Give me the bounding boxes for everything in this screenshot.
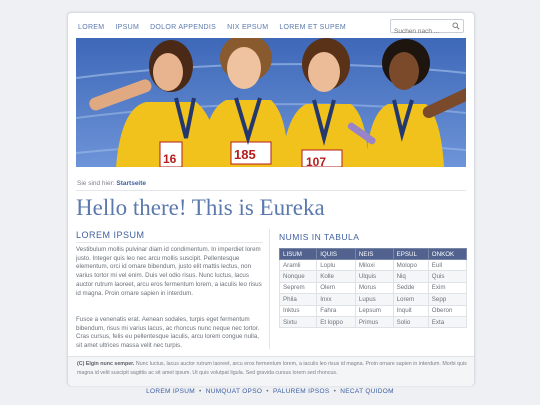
- table-cell: Lepsum: [354, 304, 394, 317]
- top-nav: LOREM IPSUM DOLOR APPENDIS NIX EPSUM LOR…: [78, 21, 346, 35]
- bottom-nav-palurem-ipsos[interactable]: PALUREM IPSOS: [273, 388, 330, 395]
- table-cell: Aramli: [278, 258, 318, 272]
- table-cell: Sepp: [427, 293, 468, 306]
- table-cell: Inxx: [316, 293, 356, 306]
- team-photo: 185 107 16: [76, 38, 466, 167]
- table-row: Sixtu Et loppo Primus Solio Exta: [278, 315, 468, 329]
- table-cell: Ulquis: [354, 270, 394, 283]
- table-cell: Kolle: [316, 270, 356, 283]
- footer-body: Nunc luctus, lacus auctor rutrum laoreet…: [77, 361, 467, 376]
- breadcrumb-label: Sie sind hier:: [77, 180, 115, 187]
- column-header: IQUIS: [316, 248, 356, 260]
- nav-item-ipsum[interactable]: IPSUM: [115, 21, 139, 35]
- nav-item-dolor-appendis[interactable]: DOLOR APPENDIS: [150, 21, 216, 35]
- table-cell: Inktus: [278, 304, 318, 317]
- table-cell: Oberon: [427, 304, 468, 317]
- search-icon[interactable]: [452, 22, 460, 30]
- hero-image: 185 107 16: [76, 38, 466, 167]
- column-header: NEIS: [354, 248, 394, 260]
- divider: [76, 190, 466, 191]
- bib-185: 185: [234, 147, 256, 162]
- table-cell: Lorem: [392, 293, 429, 306]
- table-row: Seprem Olem Morus Sedde Exim: [278, 281, 468, 295]
- section-heading-numis-in-tabula: NUMIS IN TABULA: [279, 232, 360, 242]
- table-cell: Phila: [278, 293, 318, 306]
- bottom-nav: LOREM IPSUM • NUMQUAT OPSO • PALUREM IPS…: [0, 388, 540, 395]
- table-cell: Exta: [427, 315, 468, 329]
- bottom-nav-numquat-opso[interactable]: NUMQUAT OPSO: [206, 388, 262, 395]
- paragraph-1: Vestibulum mollis pulvinar diam id condi…: [76, 246, 262, 297]
- breadcrumb: Sie sind hier: Startseite: [77, 180, 146, 187]
- footer-text: (C) Elgin nunc semper. Nunc luctus, lacu…: [77, 360, 467, 378]
- footer-box: (C) Elgin nunc semper. Nunc luctus, lacu…: [68, 356, 474, 386]
- bib-107: 107: [306, 155, 326, 167]
- table-cell: Seprem: [278, 281, 318, 295]
- bottom-nav-lorem-ipsum[interactable]: LOREM IPSUM: [146, 388, 195, 395]
- table-cell: Solio: [392, 315, 429, 329]
- table-cell: Olem: [316, 281, 356, 295]
- table-row: Nonque Kolle Ulquis Niq Quis: [278, 270, 468, 283]
- table-cell: Inquit: [392, 304, 429, 317]
- nav-item-lorem[interactable]: LOREM: [78, 21, 104, 35]
- table-cell: Miloxi: [354, 258, 394, 272]
- table-cell: Loplu: [316, 258, 356, 272]
- separator: •: [333, 388, 337, 395]
- bottom-nav-necat-quidom[interactable]: NECAT QUIDOM: [340, 388, 394, 395]
- page-card: LOREM IPSUM DOLOR APPENDIS NIX EPSUM LOR…: [67, 12, 475, 386]
- table-row: Inktus Fahra Lepsum Inquit Oberon: [278, 304, 468, 317]
- table-row: Aramli Loplu Miloxi Molopo Eull: [278, 258, 468, 272]
- table-cell: Molopo: [392, 258, 429, 272]
- table-cell: Exim: [427, 281, 468, 295]
- column-header: ONKOK: [427, 248, 468, 260]
- column-header: EPSUL: [392, 248, 429, 260]
- nav-item-lorem-et-supem[interactable]: LOREM ET SUPEM: [279, 21, 346, 35]
- table-cell: Nonque: [278, 270, 318, 283]
- table-cell: Morus: [354, 281, 394, 295]
- search-box: [390, 19, 464, 38]
- table-cell: Sedde: [392, 281, 429, 295]
- column-divider: [269, 229, 270, 349]
- table-cell: Eull: [427, 258, 468, 272]
- separator: •: [266, 388, 269, 395]
- separator: •: [199, 388, 202, 395]
- paragraph-2: Fusce a venenatis erat. Aenean sodales, …: [76, 316, 260, 350]
- breadcrumb-current[interactable]: Startseite: [116, 180, 146, 187]
- section-heading-lorem-ipsum: LOREM IPSUM: [76, 230, 145, 240]
- page-title: Hello there! This is Eureka: [76, 195, 325, 220]
- search-input[interactable]: [391, 25, 452, 38]
- table-cell: Et loppo: [316, 315, 356, 329]
- column-header: LISUM: [278, 248, 318, 260]
- table-row: Phila Inxx Lupus Lorem Sepp: [278, 293, 468, 306]
- table-cell: Fahra: [316, 304, 356, 317]
- table-cell: Primus: [354, 315, 394, 329]
- table-header-row: LISUM IQUIS NEIS EPSUL ONKOK: [278, 248, 468, 260]
- divider: [76, 242, 263, 243]
- table-cell: Sixtu: [278, 315, 318, 329]
- data-table: LISUM IQUIS NEIS EPSUL ONKOK Aramli Lopl…: [278, 248, 468, 329]
- table-cell: Lupus: [354, 293, 394, 306]
- table-cell: Niq: [392, 270, 429, 283]
- bib-16: 16: [163, 152, 177, 166]
- nav-item-nix-epsum[interactable]: NIX EPSUM: [227, 21, 268, 35]
- footer-copyright: (C) Elgin nunc semper.: [77, 361, 135, 367]
- table-cell: Quis: [427, 270, 468, 283]
